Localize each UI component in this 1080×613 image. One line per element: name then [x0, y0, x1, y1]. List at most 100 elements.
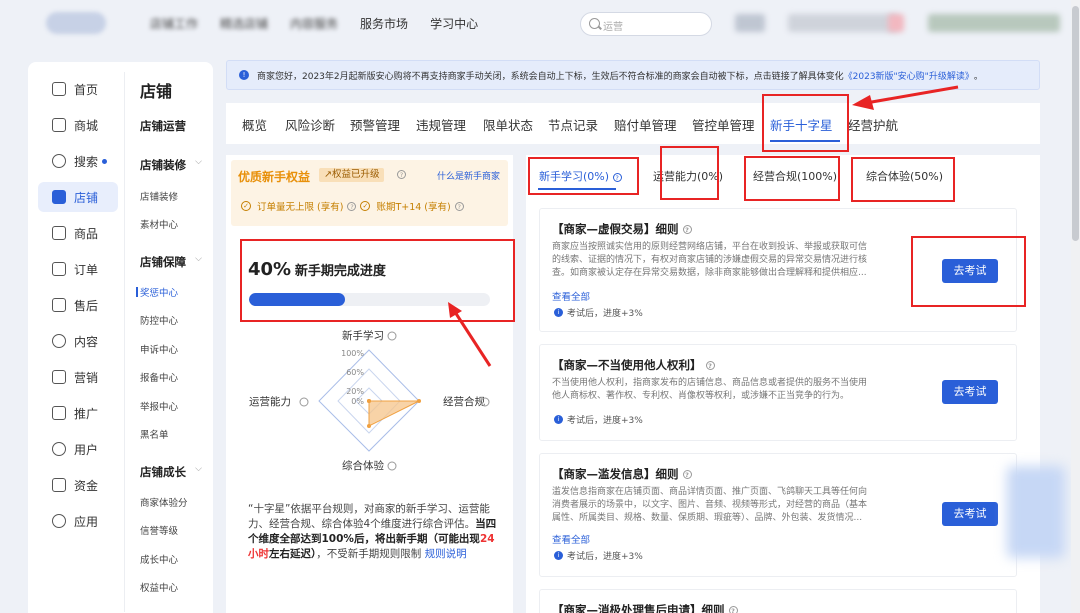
question-icon[interactable] — [387, 461, 397, 471]
rule-link[interactable]: 规则说明 — [425, 548, 467, 560]
tab-overview[interactable]: 概览 — [242, 115, 267, 134]
card-title: 【商家—消极处理售后申请】细则 ? — [552, 602, 738, 613]
scrollbar-thumb[interactable] — [1072, 6, 1079, 241]
tab-node[interactable]: 节点记录 — [548, 115, 598, 134]
mall-icon — [52, 118, 66, 132]
tab-violation[interactable]: 违规管理 — [416, 115, 466, 134]
account-info[interactable] — [788, 14, 898, 32]
question-icon[interactable]: ? — [705, 361, 715, 370]
subtab-learning[interactable]: 新手学习(0%) ? — [539, 168, 622, 184]
question-icon[interactable]: ? — [682, 470, 692, 479]
sidebar-subitem[interactable]: 报备中心 — [140, 370, 178, 384]
radar-chart: 100% 60% 20% 0% 新手学习 经营合规 综合体验 运营能力 — [249, 329, 490, 472]
sidebar-subitem[interactable]: 信誉等级 — [140, 523, 178, 537]
notice-link[interactable]: 《2023新版"安心购"升级解读》 — [844, 69, 974, 82]
sidebar-item-store[interactable]: 店铺 — [38, 182, 118, 212]
sidebar-item-promotion[interactable]: 推广 — [38, 398, 118, 428]
top-nav-item[interactable]: 服务市场 — [360, 15, 408, 32]
question-icon[interactable]: ? — [397, 170, 406, 179]
sidebar-subitem-active[interactable]: 奖惩中心 — [135, 285, 178, 299]
sidebar-subitem[interactable]: 申诉中心 — [140, 342, 178, 356]
question-icon[interactable] — [387, 331, 397, 341]
question-icon[interactable] — [299, 397, 309, 407]
check-icon: ✓ — [360, 201, 371, 211]
desc-text: “十字星”依据平台规则，对商家的新手学习、运营能力、经营合规、综合体验4个维度进… — [248, 503, 490, 530]
tab-warning[interactable]: 预警管理 — [350, 115, 400, 134]
upgrade-badge: ↗权益已升级 — [319, 168, 385, 182]
sidebar-item-order[interactable]: 订单 — [38, 254, 118, 284]
radar-axis-label: 运营能力 — [249, 395, 291, 408]
question-icon[interactable]: ? — [347, 201, 357, 211]
info-icon: i — [554, 308, 563, 317]
novice-help-link[interactable]: 什么是新手商家 — [437, 169, 500, 182]
tab-compensation[interactable]: 赔付单管理 — [614, 115, 677, 134]
tab-risk[interactable]: 风险诊断 — [285, 115, 335, 134]
tip-text: 考试后，进度+3% — [567, 309, 643, 319]
sidebar-item-home[interactable]: 首页 — [38, 74, 118, 104]
subtab-experience[interactable]: 综合体验(50%) — [866, 168, 943, 184]
subtab-operation[interactable]: 运营能力(0%) — [653, 168, 723, 184]
question-icon[interactable]: ? — [728, 606, 738, 613]
chevron-down-icon: ⌵ — [195, 157, 202, 167]
notice-suffix: 。 — [973, 71, 983, 82]
nav-group-growth[interactable]: 店铺成长 ⌵ — [140, 464, 202, 480]
nav-group-decoration[interactable]: 店铺装修 ⌵ — [140, 157, 202, 173]
tab-limit[interactable]: 限单状态 — [483, 115, 533, 134]
top-nav-item[interactable]: 内容服务 — [290, 15, 338, 32]
nav-label: 内容 — [74, 334, 99, 349]
sidebar-item-user[interactable]: 用户 — [38, 434, 118, 464]
notification-icon[interactable] — [888, 14, 904, 32]
subtab-label: 新手学习(0%) — [539, 170, 610, 183]
view-all-link[interactable]: 查看全部 — [552, 532, 590, 546]
sidebar-item-app[interactable]: 应用 — [38, 506, 118, 536]
sidebar-item-mall[interactable]: 商城 — [38, 110, 118, 140]
header-icon[interactable] — [735, 14, 765, 32]
subtab-compliance[interactable]: 经营合规(100%) — [753, 168, 837, 184]
view-all-link[interactable]: 查看全部 — [552, 289, 590, 303]
sidebar-subitem[interactable]: 权益中心 — [140, 580, 178, 594]
nav-label: 售后 — [74, 298, 99, 313]
sidebar-subitem[interactable]: 黑名单 — [140, 427, 169, 441]
sidebar-item-content[interactable]: 内容 — [38, 326, 118, 356]
sidebar-item-marketing[interactable]: 营销 — [38, 362, 118, 392]
sidebar-subitem[interactable]: 素材中心 — [140, 217, 178, 231]
search-input[interactable]: 运营 — [580, 12, 712, 36]
take-exam-button[interactable]: 去考试 — [942, 502, 998, 526]
sidebar-subitem[interactable]: 成长中心 — [140, 552, 178, 566]
nav-label: 推广 — [74, 406, 99, 421]
take-exam-button[interactable]: 去考试 — [942, 380, 998, 404]
sidebar-subitem[interactable]: 商家体验分 — [140, 495, 188, 509]
card-body: 不当使用他人权利，指商家发布的店铺信息、商品信息或者提供的服务不当使用他人商标权… — [552, 378, 868, 401]
nav-group-operation[interactable]: 店铺运营 — [140, 118, 202, 134]
sidebar-subitem[interactable]: 店铺装修 — [140, 189, 178, 203]
benefit-item: 账期T+14 (享有) — [376, 202, 451, 213]
sidebar-subitem[interactable]: 举报中心 — [140, 399, 178, 413]
question-icon[interactable]: ? — [682, 225, 692, 234]
top-nav-item[interactable]: 店铺工作 — [150, 15, 198, 32]
question-icon[interactable]: ? — [454, 201, 464, 211]
take-exam-button[interactable]: 去考试 — [942, 259, 998, 283]
home-icon — [52, 82, 66, 96]
tab-control[interactable]: 管控单管理 — [692, 115, 755, 134]
sidebar-item-fund[interactable]: 资金 — [38, 470, 118, 500]
chevron-down-icon: ⌵ — [195, 254, 202, 264]
sidebar-item-search[interactable]: 搜索 — [38, 146, 118, 176]
nav-group-protection[interactable]: 店铺保障 ⌵ — [140, 254, 202, 270]
top-nav-item[interactable]: 精选店铺 — [220, 15, 268, 32]
logo[interactable] — [46, 12, 106, 34]
info-icon: i — [554, 551, 563, 560]
user-icon — [52, 442, 66, 456]
sidebar-item-aftersale[interactable]: 售后 — [38, 290, 118, 320]
question-icon[interactable]: ? — [612, 172, 622, 182]
radar-tick: 60% — [346, 368, 364, 377]
floating-widget[interactable] — [1007, 466, 1065, 558]
sidebar-subitem[interactable]: 防控中心 — [140, 313, 178, 327]
sidebar-item-product[interactable]: 商品 — [38, 218, 118, 248]
card-tip: i 考试后，进度+3% — [554, 306, 643, 319]
shop-account[interactable] — [928, 14, 1060, 32]
radar-axis-label: 综合体验 — [342, 459, 384, 472]
active-subtab-indicator — [538, 188, 616, 190]
tab-novice-star[interactable]: 新手十字星 — [770, 115, 833, 134]
top-nav-item[interactable]: 学习中心 — [430, 15, 478, 32]
tab-escort[interactable]: 经营护航 — [848, 115, 898, 134]
